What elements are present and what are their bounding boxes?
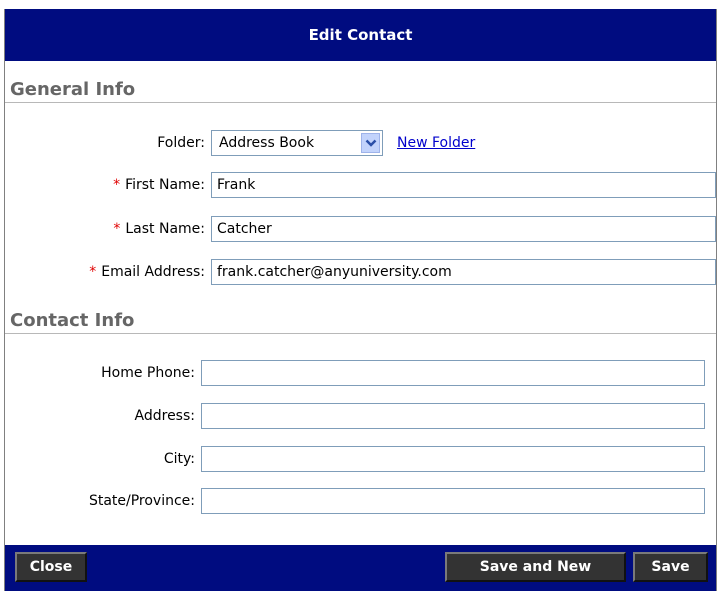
state-row: State/Province: [5, 486, 716, 516]
required-marker: * [89, 264, 97, 280]
email-label-text: Email Address: [101, 264, 205, 280]
contact-info-header: Contact Info [5, 308, 716, 334]
close-button[interactable]: Close [15, 552, 87, 582]
first-name-field[interactable] [211, 172, 716, 198]
last-name-label: * Last Name: [113, 214, 205, 244]
folder-select[interactable]: Address Book [211, 130, 383, 156]
address-label: Address: [134, 408, 195, 424]
home-phone-row: Home Phone: [5, 358, 716, 388]
new-folder-link[interactable]: New Folder [397, 128, 475, 158]
email-label: * Email Address: [89, 257, 205, 287]
address-row: Address: [5, 401, 716, 431]
email-field[interactable] [211, 259, 716, 285]
edit-contact-dialog: Edit Contact General Info Folder: Addres… [4, 9, 717, 591]
address-field[interactable] [201, 403, 705, 429]
email-row: * Email Address: [5, 257, 716, 287]
city-label: City: [163, 451, 195, 467]
first-name-label: * First Name: [113, 170, 205, 200]
required-marker: * [113, 177, 121, 193]
first-name-label-text: First Name: [125, 177, 205, 193]
home-phone-field[interactable] [201, 360, 705, 386]
state-label: State/Province: [88, 493, 195, 509]
city-row: City: [5, 444, 716, 474]
dialog-title: Edit Contact [308, 26, 413, 44]
last-name-field[interactable] [211, 216, 716, 242]
save-and-new-button[interactable]: Save and New [445, 552, 626, 582]
folder-label: Folder: [157, 135, 205, 151]
general-info-header: General Info [5, 77, 716, 103]
chevron-down-icon[interactable] [361, 133, 380, 153]
home-phone-label: Home Phone: [101, 365, 195, 381]
dialog-footer: Close Save and New Save [5, 545, 716, 591]
folder-select-value: Address Book [219, 135, 315, 151]
save-button[interactable]: Save [633, 552, 708, 582]
folder-row: Folder: Address Book New Folder [5, 128, 716, 158]
last-name-label-text: Last Name: [125, 221, 205, 237]
city-field[interactable] [201, 446, 705, 472]
state-field[interactable] [201, 488, 705, 514]
dialog-titlebar: Edit Contact [5, 9, 716, 61]
last-name-row: * Last Name: [5, 214, 716, 244]
required-marker: * [113, 221, 121, 237]
first-name-row: * First Name: [5, 170, 716, 200]
